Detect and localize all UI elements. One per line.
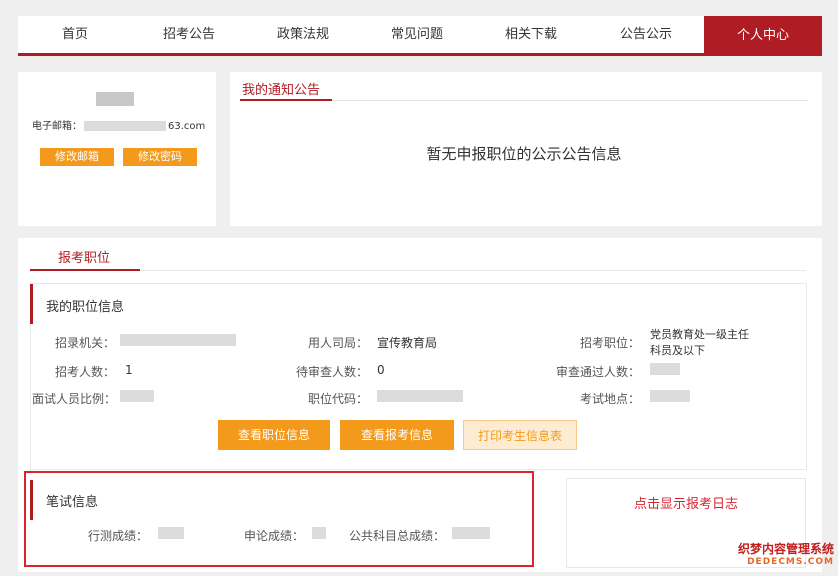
watermark: 织梦内容管理系统 DEDECMS.COM <box>722 540 834 572</box>
public-total-score-label: 公共科目总成绩： <box>348 529 445 543</box>
exam-location-label: 考试地点： <box>579 392 640 406</box>
recruit-count-label: 招考人数： <box>54 365 115 379</box>
pending-review-value: 0 <box>377 363 385 377</box>
top-nav: 首页 招考公告 政策法规 常见问题 相关下载 公告公示 个人中心 <box>18 16 822 56</box>
exam-title: 笔试信息 <box>46 495 99 510</box>
edit-password-button[interactable]: 修改密码 <box>123 148 197 166</box>
interview-ratio-label: 面试人员比例： <box>32 392 117 406</box>
email-suffix: 63.com <box>168 121 206 132</box>
nav-home[interactable]: 首页 <box>18 16 132 53</box>
view-application-button[interactable]: 查看报考信息 <box>340 420 454 450</box>
recruit-org-redacted <box>120 334 236 346</box>
edit-email-button[interactable]: 修改邮箱 <box>40 148 114 166</box>
exam-accent-bar <box>30 480 33 520</box>
approved-count-label: 审查通过人数： <box>555 365 640 379</box>
print-candidate-info-button[interactable]: 打印考生信息表 <box>463 420 577 450</box>
job-info-accent-bar <box>30 284 33 324</box>
watermark-line2: DEDECMS.COM <box>747 557 834 567</box>
tab-divider <box>30 270 806 271</box>
position-value-line2: 科员及以下 <box>650 344 705 357</box>
job-info-title: 我的职位信息 <box>46 300 125 315</box>
aptitude-score-redacted <box>158 527 184 539</box>
notice-title-underline <box>240 99 332 101</box>
tab-active-underline <box>30 269 140 271</box>
written-exam-box <box>24 471 534 567</box>
nav-downloads[interactable]: 相关下载 <box>474 16 588 53</box>
public-total-score-redacted <box>452 527 490 539</box>
nav-policies[interactable]: 政策法规 <box>246 16 360 53</box>
recruit-org-label: 招录机关： <box>54 336 115 350</box>
position-code-redacted <box>377 390 463 402</box>
tab-applied-positions[interactable]: 报考职位 <box>58 247 110 266</box>
nav-announcements[interactable]: 招考公告 <box>132 16 246 53</box>
notice-title: 我的通知公告 <box>242 83 321 98</box>
email-row: 电子邮箱： 63.com <box>32 117 205 132</box>
nav-public-notice[interactable]: 公告公示 <box>588 16 704 53</box>
exam-location-redacted <box>650 390 690 402</box>
email-redacted <box>84 121 166 131</box>
email-label: 电子邮箱： <box>32 121 82 132</box>
employer-label: 用人司局： <box>307 336 368 350</box>
interview-ratio-redacted <box>120 390 154 402</box>
notice-empty-message: 暂无申报职位的公示公告信息 <box>426 145 622 163</box>
username-redacted <box>96 92 134 106</box>
show-application-log-link[interactable]: 点击显示报考日志 <box>566 493 806 512</box>
nav-faq[interactable]: 常见问题 <box>360 16 474 53</box>
aptitude-score-label: 行测成绩： <box>87 529 148 543</box>
view-position-button[interactable]: 查看职位信息 <box>218 420 330 450</box>
employer-value: 宣传教育局 <box>377 336 438 350</box>
recruit-count-value: 1 <box>125 363 133 377</box>
nav-personal-center[interactable]: 个人中心 <box>704 16 822 56</box>
pending-review-label: 待审查人数： <box>295 365 368 379</box>
position-label: 招考职位： <box>579 336 640 350</box>
essay-score-redacted <box>312 527 326 539</box>
watermark-line1: 织梦内容管理系统 <box>737 542 834 556</box>
approved-count-redacted <box>650 363 680 375</box>
position-value-line1: 党员教育处一级主任 <box>650 328 749 341</box>
essay-score-label: 申论成绩： <box>243 529 304 543</box>
position-code-label: 职位代码： <box>307 392 368 406</box>
